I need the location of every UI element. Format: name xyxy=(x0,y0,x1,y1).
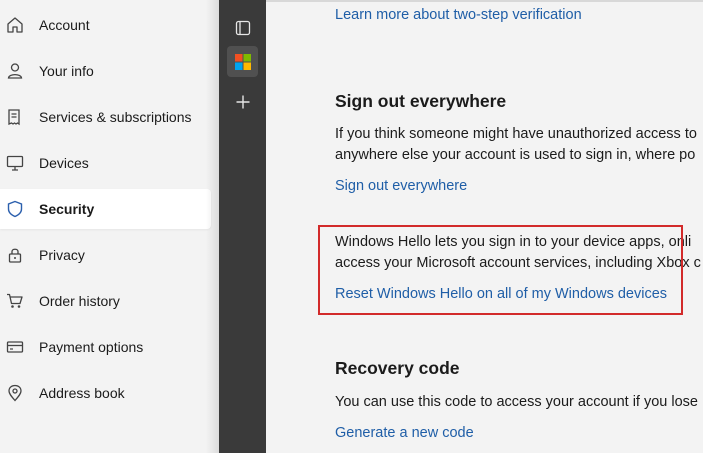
receipt-icon xyxy=(6,108,24,126)
home-icon xyxy=(6,16,24,34)
nav-item-account[interactable]: Account xyxy=(0,5,211,45)
nav-item-payment-options[interactable]: Payment options xyxy=(0,327,211,367)
plus-icon xyxy=(235,94,251,110)
sign-out-everywhere-link[interactable]: Sign out everywhere xyxy=(335,178,467,194)
nav-item-devices[interactable]: Devices xyxy=(0,143,211,183)
nav-item-label: Payment options xyxy=(39,339,144,355)
microsoft-tab-button[interactable] xyxy=(227,46,258,77)
new-tab-button[interactable] xyxy=(227,86,258,117)
account-nav: Account Your info Services & subscriptio… xyxy=(0,0,218,453)
nav-item-label: Privacy xyxy=(39,247,85,263)
recovery-code-heading: Recovery code xyxy=(335,358,460,378)
monitor-icon xyxy=(6,154,24,172)
microsoft-logo-icon xyxy=(234,53,251,70)
recovery-code-text: You can use this code to access your acc… xyxy=(335,394,698,410)
nav-item-label: Order history xyxy=(39,293,120,309)
generate-new-code-link[interactable]: Generate a new code xyxy=(335,425,474,441)
credit-card-icon xyxy=(6,338,24,356)
top-divider xyxy=(266,0,703,2)
nav-item-privacy[interactable]: Privacy xyxy=(0,235,211,275)
two-step-verification-link[interactable]: Learn more about two-step verification xyxy=(335,7,582,23)
tab-actions-button[interactable] xyxy=(227,12,258,43)
nav-item-label: Devices xyxy=(39,155,89,171)
nav-item-label: Security xyxy=(39,201,95,217)
lock-icon xyxy=(6,246,24,264)
sign-out-everywhere-heading: Sign out everywhere xyxy=(335,91,507,111)
highlight-box xyxy=(318,225,683,315)
person-icon xyxy=(6,62,24,80)
nav-item-label: Services & subscriptions xyxy=(39,109,192,125)
nav-item-your-info[interactable]: Your info xyxy=(0,51,211,91)
nav-shadow xyxy=(206,0,220,453)
location-pin-icon xyxy=(6,384,24,402)
nav-item-address-book[interactable]: Address book xyxy=(0,373,211,413)
browser-sidebar xyxy=(219,0,266,453)
sign-out-text-line-2: anywhere else your account is used to si… xyxy=(335,147,696,163)
cart-icon xyxy=(6,292,24,310)
shield-icon xyxy=(6,200,24,218)
nav-item-label: Your info xyxy=(39,63,94,79)
sign-out-text-line-1: If you think someone might have unauthor… xyxy=(335,126,697,142)
nav-item-services-subscriptions[interactable]: Services & subscriptions xyxy=(0,97,211,137)
nav-item-order-history[interactable]: Order history xyxy=(0,281,211,321)
tab-actions-icon xyxy=(235,20,251,36)
nav-item-security[interactable]: Security xyxy=(0,189,211,229)
nav-item-label: Address book xyxy=(39,385,125,401)
nav-item-label: Account xyxy=(39,17,90,33)
